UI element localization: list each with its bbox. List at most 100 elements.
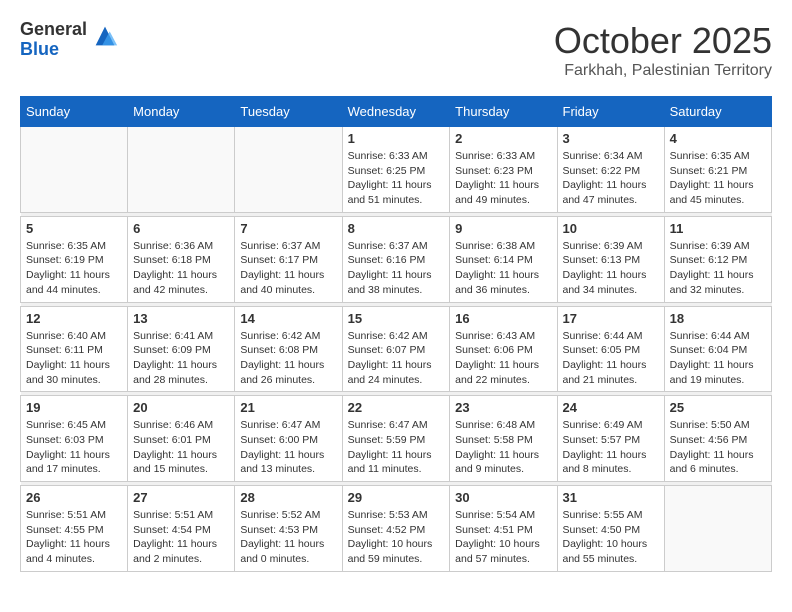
calendar-week-row: 5 Sunrise: 6:35 AM Sunset: 6:19 PM Daylig…	[21, 216, 772, 302]
day-header-saturday: Saturday	[664, 97, 771, 127]
calendar-header-row: SundayMondayTuesdayWednesdayThursdayFrid…	[21, 97, 772, 127]
day-number: 29	[348, 490, 445, 505]
day-number: 5	[26, 221, 122, 236]
day-header-monday: Monday	[128, 97, 235, 127]
calendar-cell: 3 Sunrise: 6:34 AM Sunset: 6:22 PM Daylig…	[557, 127, 664, 213]
calendar-cell: 8 Sunrise: 6:37 AM Sunset: 6:16 PM Daylig…	[342, 216, 450, 302]
month-title: October 2025	[554, 20, 772, 62]
day-number: 8	[348, 221, 445, 236]
day-info: Sunrise: 6:33 AM Sunset: 6:25 PM Dayligh…	[348, 149, 445, 208]
calendar-cell: 4 Sunrise: 6:35 AM Sunset: 6:21 PM Daylig…	[664, 127, 771, 213]
day-info: Sunrise: 6:33 AM Sunset: 6:23 PM Dayligh…	[455, 149, 551, 208]
calendar-cell: 25Sunrise: 5:50 AM Sunset: 4:56 PM Dayli…	[664, 396, 771, 482]
day-info: Sunrise: 5:50 AM Sunset: 4:56 PM Dayligh…	[670, 418, 766, 477]
day-info: Sunrise: 6:44 AM Sunset: 6:05 PM Dayligh…	[563, 329, 659, 388]
day-info: Sunrise: 5:55 AM Sunset: 4:50 PM Dayligh…	[563, 508, 659, 567]
day-info: Sunrise: 6:48 AM Sunset: 5:58 PM Dayligh…	[455, 418, 551, 477]
day-info: Sunrise: 6:37 AM Sunset: 6:16 PM Dayligh…	[348, 239, 445, 298]
day-info: Sunrise: 6:49 AM Sunset: 5:57 PM Dayligh…	[563, 418, 659, 477]
calendar-cell: 18 Sunrise: 6:44 AM Sunset: 6:04 PM Dayli…	[664, 306, 771, 392]
calendar-week-row: 19 Sunrise: 6:45 AM Sunset: 6:03 PM Dayli…	[21, 396, 772, 482]
day-info: Sunrise: 6:38 AM Sunset: 6:14 PM Dayligh…	[455, 239, 551, 298]
day-info: Sunrise: 6:42 AM Sunset: 6:08 PM Dayligh…	[240, 329, 336, 388]
day-number: 12	[26, 311, 122, 326]
day-number: 18	[670, 311, 766, 326]
day-info: Sunrise: 6:35 AM Sunset: 6:19 PM Dayligh…	[26, 239, 122, 298]
day-info: Sunrise: 6:35 AM Sunset: 6:21 PM Dayligh…	[670, 149, 766, 208]
day-number: 9	[455, 221, 551, 236]
day-info: Sunrise: 5:53 AM Sunset: 4:52 PM Dayligh…	[348, 508, 445, 567]
calendar-cell	[235, 127, 342, 213]
day-number: 4	[670, 131, 766, 146]
day-info: Sunrise: 6:39 AM Sunset: 6:12 PM Dayligh…	[670, 239, 766, 298]
day-number: 15	[348, 311, 445, 326]
title-block: October 2025 Farkhah, Palestinian Territ…	[554, 20, 772, 80]
day-info: Sunrise: 6:40 AM Sunset: 6:11 PM Dayligh…	[26, 329, 122, 388]
calendar-cell: 14 Sunrise: 6:42 AM Sunset: 6:08 PM Dayli…	[235, 306, 342, 392]
subtitle: Farkhah, Palestinian Territory	[554, 62, 772, 80]
page-header: General Blue October 2025 Farkhah, Pales…	[20, 20, 772, 80]
calendar-cell: 23 Sunrise: 6:48 AM Sunset: 5:58 PM Dayli…	[450, 396, 557, 482]
calendar-cell: 9 Sunrise: 6:38 AM Sunset: 6:14 PM Daylig…	[450, 216, 557, 302]
calendar-cell	[128, 127, 235, 213]
calendar-cell: 1Sunrise: 6:33 AM Sunset: 6:25 PM Daylig…	[342, 127, 450, 213]
day-info: Sunrise: 6:34 AM Sunset: 6:22 PM Dayligh…	[563, 149, 659, 208]
calendar-cell: 15 Sunrise: 6:42 AM Sunset: 6:07 PM Dayli…	[342, 306, 450, 392]
calendar-cell: 13Sunrise: 6:41 AM Sunset: 6:09 PM Dayli…	[128, 306, 235, 392]
calendar-cell: 28 Sunrise: 5:52 AM Sunset: 4:53 PM Dayli…	[235, 486, 342, 572]
day-number: 26	[26, 490, 122, 505]
calendar-cell	[664, 486, 771, 572]
day-number: 23	[455, 400, 551, 415]
calendar-week-row: 12 Sunrise: 6:40 AM Sunset: 6:11 PM Dayli…	[21, 306, 772, 392]
day-info: Sunrise: 6:46 AM Sunset: 6:01 PM Dayligh…	[133, 418, 229, 477]
day-header-sunday: Sunday	[21, 97, 128, 127]
day-header-friday: Friday	[557, 97, 664, 127]
day-number: 30	[455, 490, 551, 505]
day-info: Sunrise: 6:39 AM Sunset: 6:13 PM Dayligh…	[563, 239, 659, 298]
logo: General Blue	[20, 20, 119, 60]
logo-general: General	[20, 20, 87, 40]
day-info: Sunrise: 6:42 AM Sunset: 6:07 PM Dayligh…	[348, 329, 445, 388]
calendar-cell: 2 Sunrise: 6:33 AM Sunset: 6:23 PM Daylig…	[450, 127, 557, 213]
day-number: 28	[240, 490, 336, 505]
day-info: Sunrise: 6:43 AM Sunset: 6:06 PM Dayligh…	[455, 329, 551, 388]
calendar-cell: 20Sunrise: 6:46 AM Sunset: 6:01 PM Dayli…	[128, 396, 235, 482]
day-number: 14	[240, 311, 336, 326]
day-info: Sunrise: 6:45 AM Sunset: 6:03 PM Dayligh…	[26, 418, 122, 477]
calendar-cell: 12 Sunrise: 6:40 AM Sunset: 6:11 PM Dayli…	[21, 306, 128, 392]
day-number: 31	[563, 490, 659, 505]
calendar-cell: 16 Sunrise: 6:43 AM Sunset: 6:06 PM Dayli…	[450, 306, 557, 392]
day-info: Sunrise: 6:37 AM Sunset: 6:17 PM Dayligh…	[240, 239, 336, 298]
day-info: Sunrise: 6:47 AM Sunset: 6:00 PM Dayligh…	[240, 418, 336, 477]
day-number: 2	[455, 131, 551, 146]
calendar-cell: 26Sunrise: 5:51 AM Sunset: 4:55 PM Dayli…	[21, 486, 128, 572]
day-number: 27	[133, 490, 229, 505]
day-number: 3	[563, 131, 659, 146]
day-header-tuesday: Tuesday	[235, 97, 342, 127]
calendar-cell: 21 Sunrise: 6:47 AM Sunset: 6:00 PM Dayli…	[235, 396, 342, 482]
day-number: 24	[563, 400, 659, 415]
day-header-thursday: Thursday	[450, 97, 557, 127]
day-info: Sunrise: 6:36 AM Sunset: 6:18 PM Dayligh…	[133, 239, 229, 298]
calendar-cell: 7Sunrise: 6:37 AM Sunset: 6:17 PM Daylig…	[235, 216, 342, 302]
day-header-wednesday: Wednesday	[342, 97, 450, 127]
calendar-week-row: 1Sunrise: 6:33 AM Sunset: 6:25 PM Daylig…	[21, 127, 772, 213]
day-number: 17	[563, 311, 659, 326]
day-info: Sunrise: 5:54 AM Sunset: 4:51 PM Dayligh…	[455, 508, 551, 567]
day-info: Sunrise: 5:51 AM Sunset: 4:54 PM Dayligh…	[133, 508, 229, 567]
logo-blue: Blue	[20, 40, 87, 60]
day-info: Sunrise: 6:44 AM Sunset: 6:04 PM Dayligh…	[670, 329, 766, 388]
calendar-cell: 22Sunrise: 6:47 AM Sunset: 5:59 PM Dayli…	[342, 396, 450, 482]
logo-text: General Blue	[20, 20, 87, 60]
day-info: Sunrise: 6:41 AM Sunset: 6:09 PM Dayligh…	[133, 329, 229, 388]
day-number: 16	[455, 311, 551, 326]
day-number: 21	[240, 400, 336, 415]
day-number: 19	[26, 400, 122, 415]
calendar-cell: 29 Sunrise: 5:53 AM Sunset: 4:52 PM Dayli…	[342, 486, 450, 572]
day-number: 6	[133, 221, 229, 236]
day-number: 11	[670, 221, 766, 236]
calendar-cell: 17 Sunrise: 6:44 AM Sunset: 6:05 PM Dayli…	[557, 306, 664, 392]
day-info: Sunrise: 5:52 AM Sunset: 4:53 PM Dayligh…	[240, 508, 336, 567]
logo-icon	[91, 22, 119, 50]
calendar-cell: 10Sunrise: 6:39 AM Sunset: 6:13 PM Dayli…	[557, 216, 664, 302]
